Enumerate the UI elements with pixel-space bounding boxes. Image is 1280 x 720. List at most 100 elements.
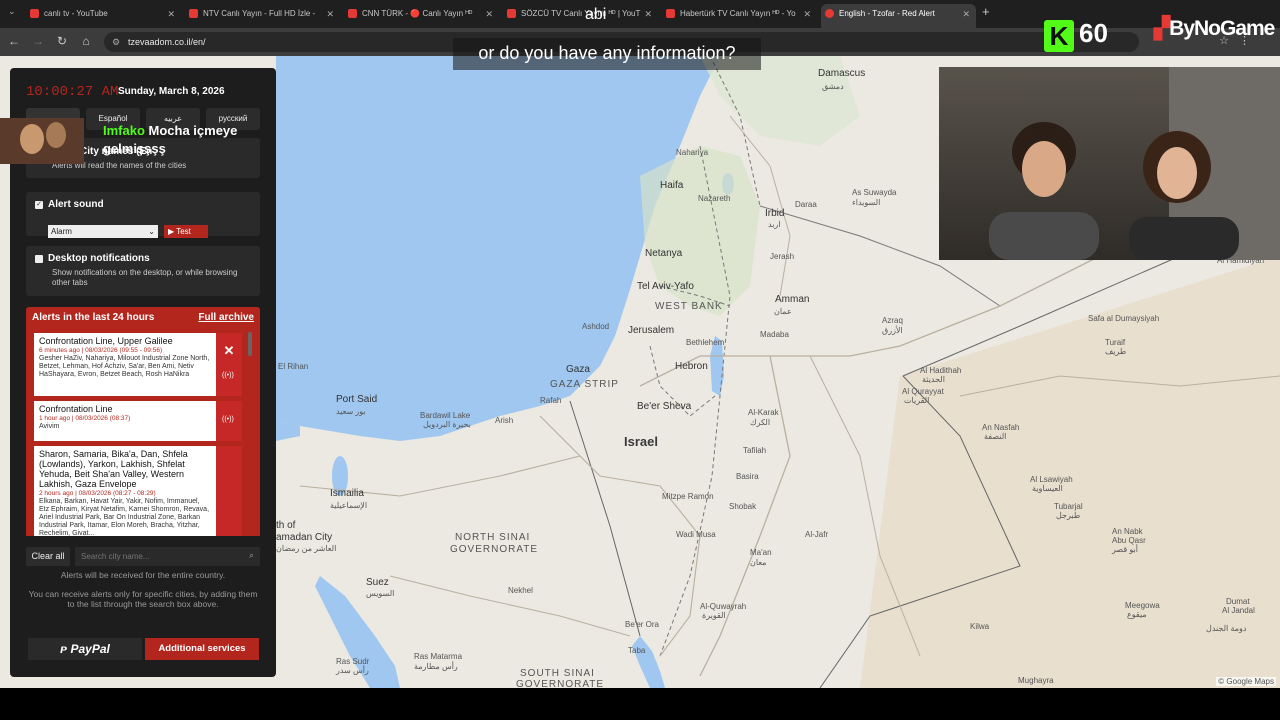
map-label: Nekhel	[508, 586, 533, 595]
map-label: السويس	[366, 589, 395, 598]
map-label: Tafilah	[743, 446, 767, 455]
chat-avatar	[0, 118, 84, 164]
alert-card[interactable]: Confrontation Line 1 hour ago | 08/03/20…	[34, 401, 216, 441]
tzofar-icon	[825, 9, 834, 18]
tab-tzofar[interactable]: English - Tzofar - Red Alert ✕	[821, 4, 976, 28]
alert-meta: 6 minutes ago | 08/03/2026 (09:55 - 09:5…	[39, 347, 163, 354]
map-label: بور سعيد	[336, 407, 366, 416]
map-label: Nahariya	[676, 148, 709, 157]
tab-youtube[interactable]: canlı tv - YouTube ✕	[26, 4, 181, 28]
alert-sound-setting: ✓ Alert sound Alarm ⌄ ▶ Test	[26, 192, 260, 238]
test-sound-button[interactable]: ▶ Test	[164, 225, 208, 238]
desktop-notifications-desc: Show notifications on the desktop, or wh…	[52, 268, 238, 287]
paypal-button[interactable]: ᴘ PayPal	[28, 638, 142, 660]
back-icon[interactable]: ←	[6, 34, 22, 48]
close-tab-icon[interactable]: ✕	[326, 4, 334, 24]
close-tab-icon[interactable]: ✕	[485, 4, 493, 24]
alert-sound-checkbox[interactable]: ✓	[35, 201, 43, 209]
full-archive-link[interactable]: Full archive	[198, 307, 254, 328]
tab-search-icon[interactable]: ⌄	[8, 6, 16, 17]
map-label: Netanya	[645, 248, 683, 259]
subtitle: or do you have any information?	[453, 38, 761, 70]
search-icon[interactable]: ⌕	[249, 550, 254, 561]
google-maps-attribution[interactable]: © Google Maps	[1216, 677, 1276, 686]
reload-icon[interactable]: ↻	[54, 34, 70, 48]
alert-list[interactable]: Confrontation Line, Upper Galilee 6 minu…	[26, 328, 260, 536]
map-label: Al-Jafr	[805, 530, 829, 539]
home-icon[interactable]: ⌂	[78, 34, 94, 48]
map-label: Damascus	[818, 68, 866, 79]
map-label: العاشر من رمضان	[276, 544, 337, 553]
close-icon[interactable]: ✕	[222, 344, 236, 358]
tab-ntv[interactable]: NTV Canlı Yayın - Full HD İzle - ✕	[185, 4, 340, 28]
map-label: Ma'an	[750, 548, 772, 557]
map-label: Port Said	[336, 394, 378, 405]
map-label: رأس سدر	[336, 666, 369, 675]
tab-haberturk[interactable]: Habertürk TV Canlı Yayın ᴴᴰ - Yo ✕	[662, 4, 817, 28]
map-label: WEST BANK	[655, 301, 723, 312]
map-label: Amman	[775, 294, 810, 305]
kick-logo: K	[1044, 20, 1074, 52]
map-label: الكرك	[750, 418, 771, 427]
bynogame-logo: ▞ByNoGame	[1154, 17, 1275, 40]
youtube-icon	[507, 9, 516, 18]
map-label: أبو قصر	[1112, 545, 1138, 554]
map-label: Al Lsawiyah	[1030, 475, 1073, 484]
alerts-header: Alerts in the last 24 hours Full archive	[26, 307, 260, 328]
map-label: معان	[750, 558, 767, 567]
map-label: العيساوية	[1032, 484, 1063, 493]
new-tab-button[interactable]: +	[982, 4, 990, 19]
map-label: An Nabk	[1112, 527, 1143, 536]
chevron-down-icon: ⌄	[148, 227, 155, 236]
map-label: Haifa	[660, 180, 684, 191]
map-label: Al Qurayyat	[902, 387, 944, 396]
map-label: Basira	[736, 472, 759, 481]
close-tab-icon[interactable]: ✕	[167, 4, 175, 24]
tab-cnn[interactable]: CNN TÜRK - 🔴 Canlı Yayın ᴴᴰ ✕	[344, 4, 499, 28]
city-search-input[interactable]	[75, 547, 260, 566]
alert-title: Sharon, Samaria, Bika'a, Dan, Shfela (Lo…	[39, 449, 188, 489]
broadcast-icon[interactable]: ((•))	[222, 416, 234, 423]
map-label: طبرجل	[1056, 511, 1081, 520]
forward-icon[interactable]: →	[30, 34, 46, 48]
youtube-icon	[30, 9, 39, 18]
map-label: Be'er Sheva	[637, 401, 692, 412]
map-label: amadan City	[276, 532, 333, 543]
bynogame-mark-icon: ▞	[1154, 17, 1170, 40]
map-label: Gaza	[566, 364, 590, 375]
map-label: Taba	[628, 646, 646, 655]
subtitle-top: abi	[585, 6, 607, 23]
map-label: Safa al Dumaysiyah	[1088, 314, 1160, 323]
alert-card[interactable]: Confrontation Line, Upper Galilee 6 minu…	[34, 333, 216, 396]
clear-all-button[interactable]: Clear all	[26, 547, 70, 566]
alert-card[interactable]: Sharon, Samaria, Bika'a, Dan, Shfela (Lo…	[34, 446, 216, 536]
map-label: Suez	[366, 577, 389, 588]
additional-services-button[interactable]: Additional services	[145, 638, 259, 660]
city-search-row: Clear all ⌕	[26, 547, 260, 566]
tab-sozcu[interactable]: SÖZCÜ TV Canlı Yayını ᴴᴰ | YouT ✕	[503, 4, 658, 28]
close-tab-icon[interactable]: ✕	[962, 4, 970, 24]
alert-sound-select[interactable]: Alarm ⌄	[48, 225, 158, 238]
alert-cities: Avivim	[39, 423, 60, 430]
close-tab-icon[interactable]: ✕	[644, 4, 652, 24]
gulf-of-aqaba	[632, 636, 665, 688]
map-label: ميقوع	[1127, 610, 1147, 619]
map-label: Kilwa	[970, 622, 990, 631]
broadcast-icon[interactable]: ((•))	[222, 372, 234, 379]
map-label: Mitzpe Ramon	[662, 492, 714, 501]
screen: ⌄ canlı tv - YouTube ✕ NTV Canlı Yayın - …	[0, 0, 1280, 720]
alert-list-scrollbar[interactable]	[248, 332, 252, 356]
desktop-notifications-checkbox[interactable]	[35, 255, 43, 263]
video-bottom-bar	[0, 688, 1280, 720]
map-label: Mughayra	[1018, 676, 1054, 685]
map-label-israel: Israel	[624, 434, 658, 449]
close-tab-icon[interactable]: ✕	[803, 4, 811, 24]
alert-sound-title: Alert sound	[48, 199, 104, 210]
map-label: الأزرق	[882, 326, 903, 335]
site-info-icon[interactable]: ⚙	[112, 32, 120, 52]
viewer-count: 60	[1079, 18, 1108, 48]
map-label: السويداء	[852, 198, 881, 207]
paypal-icon: ᴘ	[60, 642, 71, 656]
map-label: Tel Aviv-Yafo	[637, 281, 694, 292]
map-label: Arish	[495, 416, 514, 425]
